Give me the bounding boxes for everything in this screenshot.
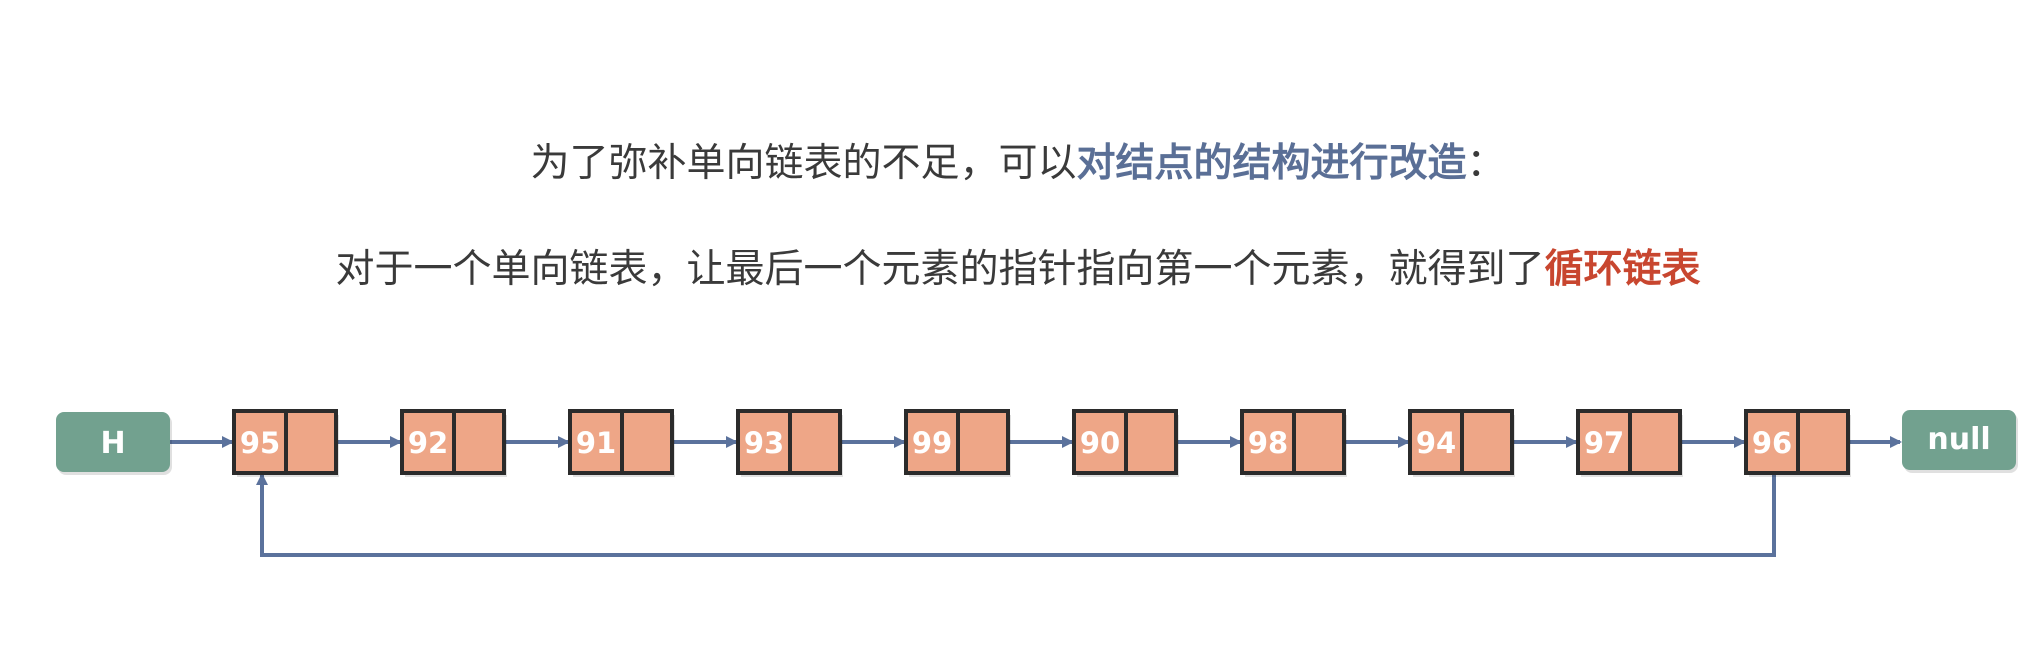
list-node: 95 <box>232 409 339 477</box>
head-node: H <box>56 412 172 475</box>
node-value: 93 <box>744 426 784 460</box>
list-node: 93 <box>736 409 843 477</box>
list-node: 92 <box>400 409 507 477</box>
list-node: 90 <box>1072 409 1179 477</box>
list-node: 94 <box>1408 409 1515 477</box>
list-node: 98 <box>1240 409 1347 477</box>
node-value: 97 <box>1584 426 1624 460</box>
node-value: 99 <box>912 426 952 460</box>
node-value: 98 <box>1248 426 1288 460</box>
null-terminal: null <box>1902 410 2018 473</box>
null-label: null <box>1927 422 1990 457</box>
list-node: 99 <box>904 409 1011 477</box>
circular-linked-list-diagram: Hnull 95 92 91 93 99 90 98 94 97 96 <box>56 409 2018 557</box>
circular-back-pointer-arrow <box>256 473 1776 557</box>
list-node: 97 <box>1576 409 1683 477</box>
node-value: 94 <box>1416 426 1456 460</box>
node-value: 95 <box>240 426 280 460</box>
node-value: 96 <box>1752 426 1792 460</box>
node-value: 90 <box>1080 426 1120 460</box>
list-node: 96 <box>1744 409 1851 477</box>
head-label: H <box>100 426 125 461</box>
list-node: 91 <box>568 409 675 477</box>
node-value: 91 <box>576 426 616 460</box>
node-value: 92 <box>408 426 448 460</box>
